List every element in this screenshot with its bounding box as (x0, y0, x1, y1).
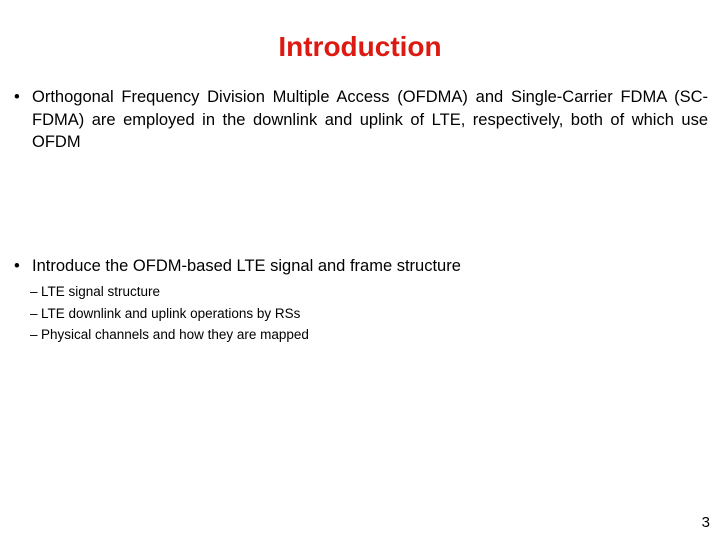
bullet-text: Orthogonal Frequency Division Multiple A… (32, 88, 708, 151)
page-number: 3 (701, 514, 710, 531)
sub-bullet-text: Physical channels and how they are mappe… (41, 327, 309, 342)
sub-bullet-item: – LTE downlink and uplink operations by … (30, 303, 650, 325)
bullet-item: • Orthogonal Frequency Division Multiple… (14, 86, 708, 176)
dash-marker-icon: – (30, 305, 38, 321)
bullet-text: Introduce the OFDM-based LTE signal and … (32, 257, 461, 275)
dash-marker-icon: – (30, 284, 38, 299)
slide-canvas: Introduction • Orthogonal Frequency Divi… (0, 0, 720, 540)
sub-bullet-text: LTE signal structure (41, 284, 161, 299)
sub-bullet-item: – Physical channels and how they are map… (30, 324, 650, 346)
bullet-marker-icon: • (14, 88, 20, 106)
bullet-item: • Introduce the OFDM-based LTE signal an… (14, 255, 708, 278)
sub-bullet-item: – LTE signal structure (30, 281, 650, 303)
bullet-marker-icon: • (14, 257, 20, 275)
slide-body: • Orthogonal Frequency Division Multiple… (0, 0, 720, 540)
dash-marker-icon: – (30, 327, 38, 342)
sub-bullet-text: LTE downlink and uplink operations by RS… (41, 305, 301, 321)
sub-bullet-list: – LTE signal structure – LTE downlink an… (30, 281, 650, 346)
